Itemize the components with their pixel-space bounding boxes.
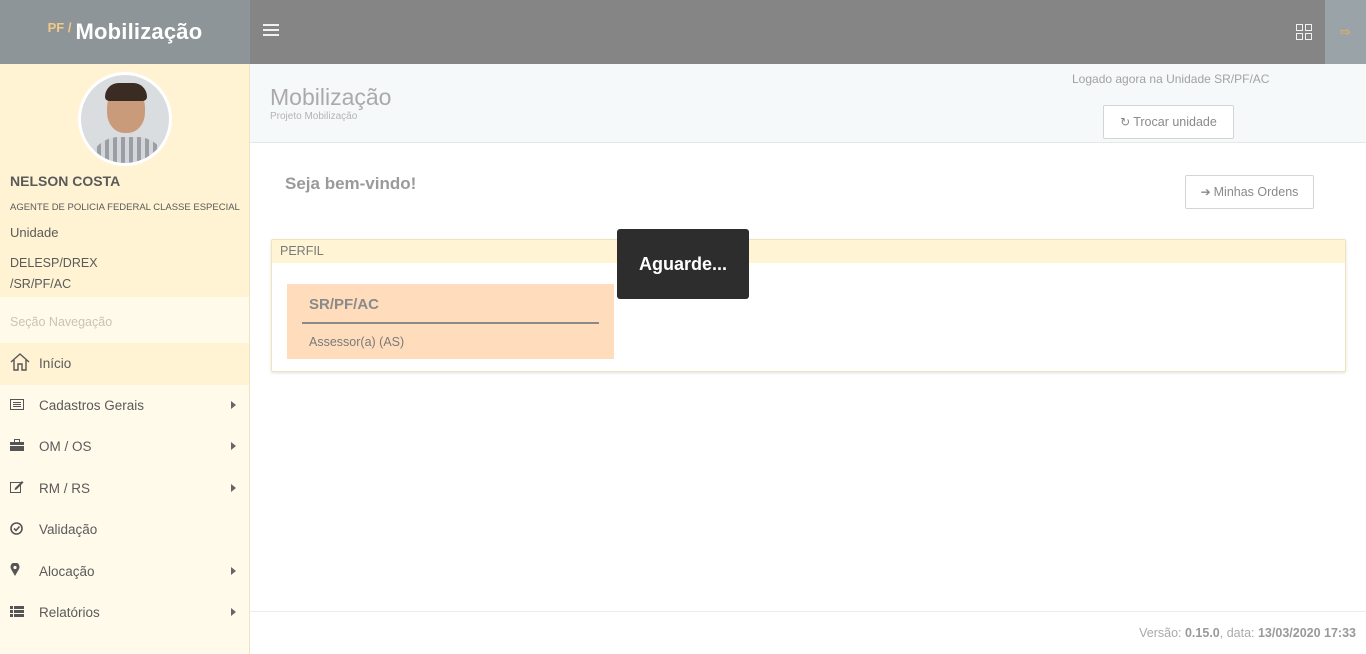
- panel-title: PERFIL: [272, 240, 1345, 263]
- sidebar-item-label: Relatórios: [39, 605, 100, 621]
- top-bar: PF / Mobilização ⇨: [0, 0, 1366, 64]
- refresh-icon: ↻: [1120, 115, 1131, 129]
- brand-title: Mobilização: [75, 19, 203, 44]
- sidebar-item-alocacao[interactable]: Alocação: [0, 551, 249, 593]
- profile-panel: PERFIL SR/PF/AC Assessor(a) (AS): [271, 239, 1346, 372]
- caret-right-icon: [231, 608, 236, 616]
- logout-button[interactable]: ⇨: [1325, 0, 1366, 64]
- sidebar-item-cadastros-gerais[interactable]: Cadastros Gerais: [0, 385, 249, 427]
- caret-right-icon: [231, 400, 236, 409]
- version-number: 0.15.0: [1184, 626, 1220, 640]
- version-date: 13/03/2020 17:33: [1257, 626, 1356, 640]
- switch-unit-label: Trocar unidade: [1133, 115, 1217, 129]
- nav-section-label: Seção Navegação: [10, 315, 113, 329]
- hamburger-icon[interactable]: [263, 21, 279, 41]
- sidebar-item-validacao[interactable]: Validação: [0, 509, 249, 551]
- grid-icon[interactable]: [1290, 18, 1316, 44]
- caret-right-icon: [231, 566, 236, 575]
- user-name: NELSON COSTA: [10, 173, 121, 189]
- unit-label: Unidade: [10, 225, 59, 240]
- user-unit-line-2: /SR/PF/AC: [10, 277, 72, 291]
- version-info: Versão: 0.15.0, data: 13/03/2020 17:33: [1139, 626, 1356, 640]
- profile-card[interactable]: SR/PF/AC Assessor(a) (AS): [287, 284, 614, 359]
- user-unit: DELESP/DREX /SR/PF/AC: [10, 253, 210, 295]
- caret-right-icon: [231, 483, 236, 492]
- user-profile: NELSON COSTA AGENTE DE POLICIA FEDERAL C…: [0, 64, 249, 297]
- switch-unit-button[interactable]: ↻ Trocar unidade: [1103, 105, 1234, 139]
- logout-icon: ⇨: [1340, 24, 1351, 39]
- brand-prefix: PF /: [47, 19, 72, 35]
- main-content: Mobilização Projeto Mobilização Logado a…: [250, 64, 1366, 654]
- footer: Versão: 0.15.0, data: 13/03/2020 17:33: [250, 611, 1366, 654]
- sidebar: NELSON COSTA AGENTE DE POLICIA FEDERAL C…: [0, 64, 250, 654]
- list-icon: [10, 398, 39, 413]
- sidebar-item-rm-rs[interactable]: RM / RS: [0, 468, 249, 510]
- map-marker-icon: [10, 562, 39, 579]
- my-orders-button[interactable]: ➔ Minhas Ordens: [1185, 175, 1314, 209]
- profile-card-unit: SR/PF/AC: [309, 296, 380, 313]
- sidebar-item-label: Cadastros Gerais: [39, 397, 145, 413]
- version-label: Versão:: [1139, 626, 1182, 640]
- sidebar-item-inicio[interactable]: Início: [0, 343, 249, 385]
- date-label: , data:: [1219, 626, 1255, 640]
- page-title: Mobilização: [270, 84, 392, 110]
- caret-right-icon: [231, 442, 236, 450]
- briefcase-icon: [10, 439, 39, 454]
- avatar: [78, 72, 172, 166]
- edit-icon: [10, 480, 39, 496]
- page-subtitle: Projeto Mobilização: [270, 111, 358, 122]
- user-role: AGENTE DE POLICIA FEDERAL CLASSE ESPECIA…: [10, 202, 240, 213]
- check-circle-icon: [10, 521, 39, 538]
- sidebar-item-label: Alocação: [39, 563, 95, 579]
- user-unit-line-1: DELESP/DREX: [10, 256, 98, 270]
- arrow-right-icon: ➔: [1200, 185, 1211, 199]
- welcome-heading: Seja bem-vindo!: [285, 174, 417, 193]
- logged-unit-text: Logado agora na Unidade SR/PF/AC: [1072, 72, 1270, 86]
- loading-overlay: Aguarde...: [617, 229, 749, 299]
- my-orders-label: Minhas Ordens: [1213, 185, 1299, 199]
- profile-card-role: Assessor(a) (AS): [309, 335, 405, 349]
- brand[interactable]: PF / Mobilização: [0, 0, 250, 64]
- sidebar-item-label: Início: [39, 356, 72, 372]
- page-header: Mobilização Projeto Mobilização Logado a…: [250, 64, 1366, 143]
- table-icon: [10, 605, 39, 620]
- sidebar-item-label: RM / RS: [39, 480, 91, 496]
- divider: [302, 322, 599, 324]
- sidebar-item-label: Validação: [39, 522, 98, 538]
- sidebar-item-om-os[interactable]: OM / OS: [0, 426, 249, 468]
- sidebar-item-relatorios[interactable]: Relatórios: [0, 592, 249, 634]
- home-icon: [10, 353, 39, 374]
- sidebar-item-label: OM / OS: [39, 439, 92, 455]
